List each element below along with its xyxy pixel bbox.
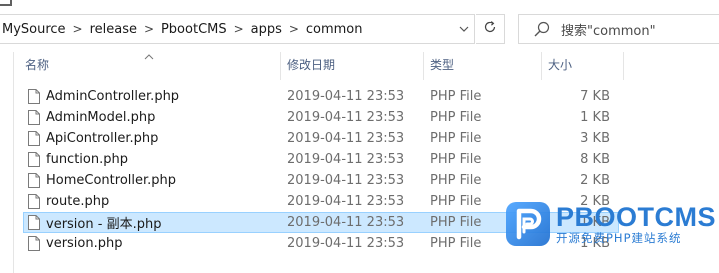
column-header-date-label: 修改日期 (287, 58, 336, 72)
file-type: PHP File (430, 173, 482, 188)
column-header-size[interactable]: 大小 (542, 52, 624, 80)
chevron-down-icon[interactable] (453, 15, 474, 43)
chevron-right-icon[interactable]: > (284, 15, 304, 43)
column-header-date[interactable]: 修改日期 (281, 52, 424, 80)
document-icon (28, 215, 40, 230)
chevron-right-icon[interactable]: > (139, 15, 159, 43)
file-size: 3 KB (580, 131, 610, 146)
column-header-type[interactable]: 类型 (424, 52, 542, 80)
file-size: 1 KB (580, 215, 610, 230)
sort-up-icon (144, 52, 154, 63)
breadcrumb-item-apps[interactable]: apps (249, 15, 284, 43)
file-size: 1 KB (580, 236, 610, 251)
breadcrumb[interactable]: MySource > release > PbootCMS > apps > c… (0, 14, 475, 44)
file-explorer-window: MySource > release > PbootCMS > apps > c… (0, 0, 719, 273)
file-list: AdminController.php 2019-04-11 23:53 PHP… (15, 86, 719, 254)
file-name: HomeController.php (46, 173, 177, 188)
file-size: 2 KB (580, 173, 610, 188)
file-date: 2019-04-11 23:53 (287, 194, 405, 209)
file-date: 2019-04-11 23:53 (287, 89, 405, 104)
file-row[interactable]: function.php 2019-04-11 23:53 PHP File 8… (15, 149, 719, 170)
breadcrumb-item-common[interactable]: common (304, 15, 365, 43)
file-size: 2 KB (580, 194, 610, 209)
file-size: 1 KB (580, 110, 610, 125)
search-placeholder: 搜索"common" (561, 23, 656, 39)
file-name: ApiController.php (46, 131, 159, 146)
document-icon (28, 173, 40, 188)
address-row: MySource > release > PbootCMS > apps > c… (0, 14, 719, 44)
file-row[interactable]: route.php 2019-04-11 23:53 PHP File 2 KB (15, 191, 719, 212)
document-icon (28, 236, 40, 251)
file-name-cell[interactable]: version.php (15, 236, 281, 251)
file-name: version - 副本.php (46, 217, 162, 232)
file-name-cell[interactable]: ApiController.php (15, 131, 281, 146)
column-header-name[interactable]: 名称 (15, 52, 281, 80)
file-name-cell[interactable]: version - 副本.php (15, 213, 281, 232)
file-size: 8 KB (580, 152, 610, 167)
search-input[interactable]: 搜索"common" (518, 14, 719, 44)
file-name: version.php (46, 236, 123, 251)
file-date: 2019-04-11 23:53 (287, 110, 405, 125)
column-header-row: 名称 修改日期 类型 大小 (15, 52, 719, 80)
document-icon (28, 152, 40, 167)
file-type: PHP File (430, 89, 482, 104)
file-type: PHP File (430, 110, 482, 125)
breadcrumb-item-pbootcms[interactable]: PbootCMS (159, 15, 229, 43)
file-row[interactable]: version.php 2019-04-11 23:53 PHP File 1 … (15, 233, 719, 254)
file-date: 2019-04-11 23:53 (287, 131, 405, 146)
column-header-name-label: 名称 (25, 58, 50, 72)
breadcrumb-item-mysource[interactable]: MySource (0, 15, 68, 43)
file-name-cell[interactable]: HomeController.php (15, 173, 281, 188)
navigation-pane-edge (0, 52, 14, 273)
file-size: 7 KB (580, 89, 610, 104)
file-row-selected[interactable]: version - 副本.php 2019-04-11 23:53 PHP Fi… (15, 212, 719, 233)
file-type: PHP File (430, 236, 482, 251)
file-row[interactable]: HomeController.php 2019-04-11 23:53 PHP … (15, 170, 719, 191)
file-name: function.php (46, 152, 128, 167)
column-header-type-label: 类型 (430, 58, 455, 72)
file-name: route.php (46, 194, 110, 209)
document-icon (28, 131, 40, 146)
chevron-right-icon[interactable]: > (68, 15, 88, 43)
file-type: PHP File (430, 152, 482, 167)
file-name-cell[interactable]: function.php (15, 152, 281, 167)
file-type: PHP File (430, 194, 482, 209)
file-date: 2019-04-11 23:53 (287, 152, 405, 167)
file-type: PHP File (430, 131, 482, 146)
file-name-cell[interactable]: AdminModel.php (15, 110, 281, 125)
file-date: 2019-04-11 23:53 (287, 215, 405, 230)
document-icon (28, 89, 40, 104)
file-name-cell[interactable]: route.php (15, 194, 281, 209)
file-date: 2019-04-11 23:53 (287, 173, 405, 188)
document-icon (28, 194, 40, 209)
document-icon (28, 110, 40, 125)
file-name-cell[interactable]: AdminController.php (15, 89, 281, 104)
chevron-right-icon[interactable]: > (229, 15, 249, 43)
file-name: AdminController.php (46, 89, 180, 104)
window-icon-fragment (0, 0, 12, 6)
file-type: PHP File (430, 215, 482, 230)
column-header-size-label: 大小 (548, 58, 573, 72)
file-row[interactable]: AdminModel.php 2019-04-11 23:53 PHP File… (15, 107, 719, 128)
file-row[interactable]: ApiController.php 2019-04-11 23:53 PHP F… (15, 128, 719, 149)
breadcrumb-item-release[interactable]: release (88, 15, 139, 43)
refresh-icon (483, 20, 497, 38)
refresh-button[interactable] (476, 14, 505, 44)
file-name: AdminModel.php (46, 110, 156, 125)
file-row[interactable]: AdminController.php 2019-04-11 23:53 PHP… (15, 86, 719, 107)
file-date: 2019-04-11 23:53 (287, 236, 405, 251)
top-chrome (0, 0, 719, 8)
search-icon (533, 20, 551, 38)
